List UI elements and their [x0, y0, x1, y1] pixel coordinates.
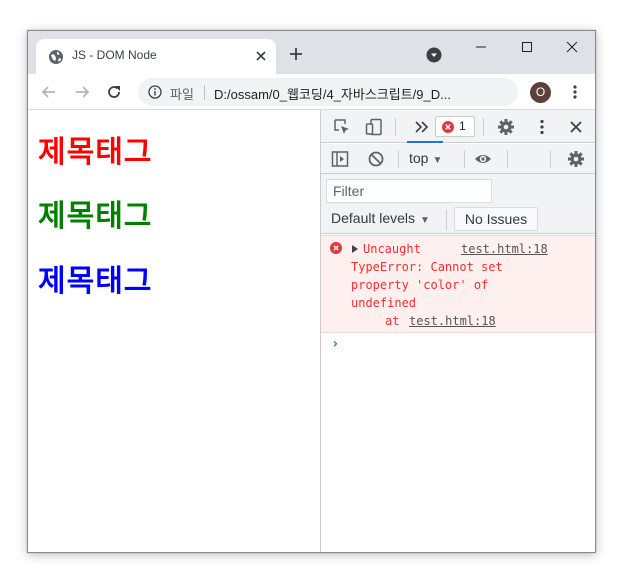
devtools-main-toolbar: 1	[321, 110, 595, 143]
error-title: Uncaught	[363, 242, 421, 256]
error-icon	[442, 121, 454, 133]
title-bar: JS - DOM Node	[28, 31, 595, 74]
toolbar-divider	[398, 150, 399, 168]
browser-window: JS - DOM Node 파일 D:/ossam/0_웹코딩/4_자바스크립트…	[27, 30, 596, 553]
address-divider	[204, 85, 205, 100]
console-toolbar: top ▼	[321, 144, 595, 174]
heading-red: 제목태그	[38, 135, 153, 170]
window-close-icon[interactable]	[559, 37, 585, 57]
caret-down-icon: ▼	[432, 155, 443, 166]
reload-icon[interactable]	[105, 83, 123, 101]
close-tab-icon[interactable]	[254, 49, 268, 63]
tab-title: JS - DOM Node	[72, 48, 157, 62]
heading-green: 제목태그	[38, 199, 153, 234]
issues-button[interactable]: No Issues	[454, 207, 538, 231]
maximize-icon[interactable]	[514, 37, 540, 57]
toolbar-divider	[395, 118, 396, 136]
device-toolbar-icon[interactable]	[365, 118, 383, 136]
new-tab-icon[interactable]	[288, 46, 304, 62]
scheme-label: 파일	[170, 87, 194, 102]
toolbar-divider	[446, 210, 447, 230]
heading-blue: 제목태그	[38, 264, 153, 299]
error-source-link[interactable]: test.html:18	[461, 240, 548, 258]
stack-at-label: at	[385, 314, 400, 328]
toolbar-divider	[483, 118, 484, 136]
caret-down-icon: ▼	[420, 215, 430, 226]
toolbar-divider	[464, 150, 465, 168]
error-count: 1	[459, 119, 466, 133]
console-error-message: Uncaught test.html:18 TypeError: Cannot …	[321, 235, 595, 333]
address-bar[interactable]: 파일 D:/ossam/0_웹코딩/4_자바스크립트/9_D...	[138, 78, 518, 106]
context-value: top	[409, 150, 429, 166]
clear-console-icon[interactable]	[367, 150, 385, 168]
settings-gear-icon[interactable]	[497, 118, 515, 136]
devtools-panel: 1 top ▼ Filter Default levels ▼ No Issue…	[320, 110, 595, 552]
toolbar-divider	[507, 150, 508, 168]
filter-input[interactable]: Filter	[326, 179, 492, 203]
more-tabs-chevron-icon[interactable]	[413, 118, 431, 136]
error-icon	[330, 242, 342, 254]
context-selector[interactable]: top ▼	[409, 150, 442, 166]
browser-toolbar: 파일 D:/ossam/0_웹코딩/4_자바스크립트/9_D... O	[28, 74, 595, 110]
url-text[interactable]: D:/ossam/0_웹코딩/4_자바스크립트/9_D...	[214, 84, 451, 103]
profile-avatar[interactable]: O	[530, 82, 551, 103]
active-tab-indicator	[407, 141, 443, 143]
error-text-line: TypeError: Cannot set	[351, 260, 503, 274]
sidebar-toggle-icon[interactable]	[331, 150, 349, 168]
back-arrow-icon[interactable]	[40, 83, 58, 101]
console-settings-gear-icon[interactable]	[567, 150, 585, 168]
inspect-element-icon[interactable]	[333, 118, 351, 136]
browser-tab[interactable]: JS - DOM Node	[36, 39, 276, 74]
live-expression-eye-icon[interactable]	[474, 150, 492, 168]
info-icon[interactable]	[148, 85, 162, 99]
log-levels-dropdown[interactable]: Default levels ▼	[331, 210, 430, 226]
error-count-badge[interactable]: 1	[435, 116, 475, 137]
console-filter-bar: Filter Default levels ▼ No Issues	[321, 174, 595, 234]
stack-frame-link[interactable]: test.html:18	[409, 312, 496, 330]
error-text-line: property 'color' of	[351, 278, 489, 292]
page-content: 제목태그 제목태그 제목태그	[28, 110, 320, 552]
more-vertical-icon[interactable]	[567, 84, 583, 100]
forward-arrow-icon[interactable]	[73, 83, 91, 101]
toolbar-divider	[550, 150, 551, 168]
expand-triangle-icon[interactable]	[352, 245, 358, 253]
globe-icon	[49, 50, 63, 64]
minimize-icon[interactable]	[468, 37, 494, 57]
devtools-menu-icon[interactable]	[533, 118, 551, 136]
close-devtools-icon[interactable]	[567, 118, 585, 136]
tab-search-icon[interactable]	[426, 47, 442, 63]
console-prompt-chevron-icon[interactable]: ›	[331, 336, 339, 352]
log-levels-label: Default levels	[331, 210, 416, 226]
error-text-line: undefined	[351, 296, 417, 310]
